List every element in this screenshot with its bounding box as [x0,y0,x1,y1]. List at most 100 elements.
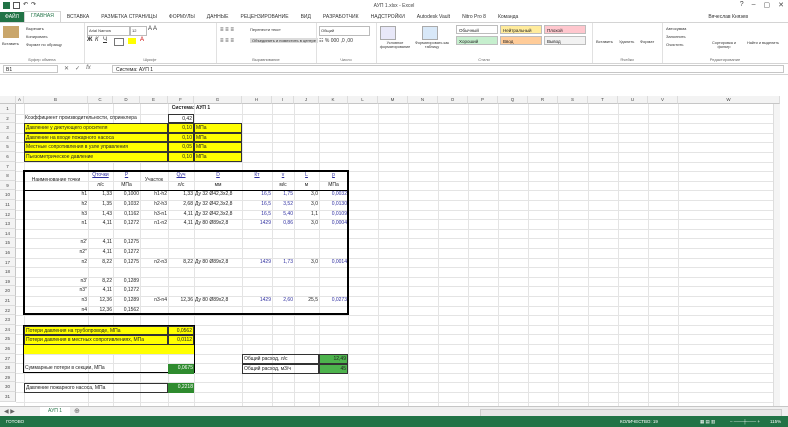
sheet-nav-icon[interactable]: ◀ ▶ [4,408,15,415]
section-d[interactable]: Ду 32 Ø42,3х2,8 [194,210,242,220]
summary-label[interactable]: Потери давления в местных сопротивлениях… [24,335,168,345]
row-header[interactable]: 28 [0,363,16,373]
underline-icon[interactable]: Ч [103,37,107,43]
column-header-s[interactable]: S [558,96,588,104]
point-q[interactable]: 8,22 [88,258,113,268]
tab-nitro[interactable]: Nitro Pro 8 [456,12,492,22]
col-qu-unit[interactable]: л/с [168,181,194,191]
section-v[interactable]: 1,73 [272,258,294,268]
section-v[interactable]: 2,60 [272,296,294,306]
clear-button[interactable]: Очистить [666,42,683,47]
point-name[interactable]: n2' [24,238,88,248]
section-q[interactable]: 12,36 [168,296,194,306]
param-value[interactable]: 0,10 [168,123,194,133]
column-header-i[interactable]: I [272,96,294,104]
maximize-icon[interactable]: ▢ [764,1,771,9]
col-name-header[interactable]: Наименование точки [24,176,88,186]
section-d[interactable]: Ду 80 Ø89х2,8 [194,296,242,306]
font-name-select[interactable]: Arial Narrow [87,26,130,36]
style-normal[interactable]: Обычный [456,25,498,34]
point-q[interactable]: 1,33 [88,190,113,200]
row-header[interactable]: 21 [0,296,16,306]
col-v-header[interactable]: v [272,171,294,181]
column-header-k[interactable]: K [319,96,348,104]
param-value[interactable]: 0,42 [168,113,194,124]
zoom-slider[interactable]: – ───┼─── + [730,416,760,427]
point-q[interactable]: 12,36 [88,296,113,306]
total-flow-label[interactable]: Общий расход, л/с [242,354,319,364]
summary-label[interactable]: Суммарные потери в секции, МПа [24,364,168,374]
total-flow-m3-value[interactable]: 45 [319,364,348,374]
grow-font-icon[interactable]: A A [148,26,157,32]
param-value[interactable]: 0,05 [168,142,194,152]
col-p-unit[interactable]: МПа [113,181,140,191]
row-header[interactable]: 16 [0,248,16,258]
point-p[interactable]: 0,1272 [113,286,140,296]
param-unit[interactable]: МПа [194,132,242,143]
section-kt[interactable]: 16,5 [242,200,272,210]
param-unit[interactable]: МПа [194,142,242,152]
param-label[interactable]: Давление у диктующего оросителя [24,123,168,133]
style-output[interactable]: Вывод [544,36,586,45]
tab-formulas[interactable]: ФОРМУЛЫ [163,12,201,22]
section-name[interactable]: n1-n2 [140,219,168,229]
point-name[interactable]: n2 [24,258,88,268]
row-header[interactable]: 9 [0,180,16,191]
row-header[interactable]: 3 [0,123,16,133]
section-q[interactable]: 4,11 [168,219,194,229]
tab-file[interactable]: ФАЙЛ [0,12,24,22]
vertical-scrollbar[interactable] [773,104,780,406]
section-p[interactable]: 0,0014 [319,258,348,268]
point-name[interactable]: h3 [24,210,88,220]
tab-review[interactable]: РЕЦЕНЗИРОВАНИЕ [235,12,295,22]
row-header[interactable]: 18 [0,267,16,277]
column-header-r[interactable]: R [528,96,558,104]
tab-developer[interactable]: РАЗРАБОТЧИК [317,12,365,22]
point-q[interactable]: 1,35 [88,200,113,210]
param-label[interactable]: Местные сопротивления в узле управления [24,142,168,152]
param-value[interactable]: 0,10 [168,152,194,162]
formula-input[interactable]: Система: АУП 1 [112,65,784,73]
section-p[interactable]: 0,0130 [319,200,348,210]
section-p[interactable]: 0,0109 [319,210,348,220]
user-name[interactable]: Вячеслав Князев [708,14,748,20]
column-header-c[interactable]: C [88,96,113,104]
point-name[interactable]: h2 [24,200,88,210]
col-p-header[interactable]: P [113,171,140,181]
section-kt[interactable]: 1429 [242,296,272,306]
section-q[interactable]: 2,68 [168,200,194,210]
section-l[interactable]: 3,0 [294,219,319,229]
delete-cells-button[interactable]: Удалить [619,39,634,44]
cut-button[interactable]: Вырезать [26,26,44,31]
point-q[interactable]: 4,11 [88,286,113,296]
column-header-d[interactable]: D [113,96,140,104]
point-name[interactable]: n1 [24,219,88,229]
section-q[interactable]: 4,11 [168,210,194,220]
pump-pressure-label[interactable]: Давление пожарного насоса, МПа [24,383,168,393]
point-p[interactable]: 0,1162 [113,210,140,220]
section-p[interactable]: 0,0273 [319,296,348,306]
align-left-icon[interactable]: ≡ ≡ ≡ [220,38,234,44]
column-header-m[interactable]: M [378,96,408,104]
row-header[interactable]: 31 [0,392,16,402]
row-header[interactable]: 2 [0,113,16,124]
row-header[interactable]: 5 [0,142,16,152]
column-header-g[interactable]: G [194,96,242,104]
find-select-button[interactable]: Найти и выделить [746,41,780,45]
column-header-h[interactable]: H [242,96,272,104]
section-kt[interactable]: 16,5 [242,210,272,220]
row-header[interactable]: 11 [0,200,16,210]
point-p[interactable]: 0,1275 [113,238,140,248]
point-p[interactable]: 0,1032 [113,200,140,210]
tab-view[interactable]: ВИД [295,12,317,22]
col-kt-header[interactable]: Кт [242,171,272,181]
section-kt[interactable]: 1429 [242,219,272,229]
style-neutral[interactable]: Нейтральный [500,25,542,34]
summary-label[interactable]: Потери давления на трубопроводе, МПа [24,325,168,336]
point-p[interactable]: 0,1272 [113,219,140,229]
column-header-j[interactable]: J [294,96,319,104]
summary-value[interactable]: 0,0562 [168,325,194,336]
zoom-level[interactable]: 115% [770,416,781,427]
align-top-icon[interactable]: ≡ ≡ ≡ [220,27,234,33]
worksheet-grid[interactable]: A B C D E F G H I J K L M N O P Q R S T … [0,96,780,406]
